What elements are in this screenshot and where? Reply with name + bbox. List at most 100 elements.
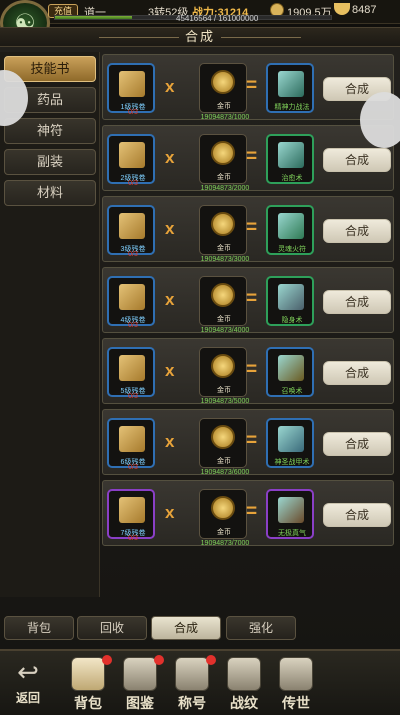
gold-coin-icon: [211, 425, 235, 449]
notification-dot: [154, 655, 164, 665]
sidebar-item-sub-equip[interactable]: 副装: [4, 149, 96, 175]
bottom-tab-bar: 背包 回收 合成 强化: [0, 611, 400, 645]
source-item-count: 0/3: [128, 109, 138, 116]
source-item-slot[interactable]: 7级残卷 0/3: [107, 489, 155, 542]
recipe-row: 2级残卷 0/3 x 金币 19094873/2000 = 治愈术 合成: [102, 125, 394, 192]
coin-requirement: 19094873/4000: [200, 327, 250, 334]
tab-recycle[interactable]: 回收: [77, 616, 147, 640]
back-button[interactable]: ↩ 返回: [0, 657, 56, 715]
coin-item-slot[interactable]: 金币: [199, 276, 247, 326]
result-item-name: 无极真气: [278, 530, 306, 537]
skill-book-icon: [278, 355, 304, 381]
footer-item-bag[interactable]: 背包: [60, 655, 116, 715]
source-item-count: 0/3: [128, 322, 138, 329]
source-item-slot[interactable]: 2级残卷 0/3: [107, 134, 155, 187]
footer-item-title[interactable]: 称号: [164, 655, 220, 715]
footer-item-legacy[interactable]: 传世: [268, 657, 324, 715]
multiply-symbol: x: [165, 148, 175, 167]
source-item-count: 0/3: [128, 180, 138, 187]
coin-item-slot[interactable]: 金币: [199, 489, 247, 539]
synthesize-button[interactable]: 合成: [323, 219, 391, 243]
result-item-name: 治愈术: [281, 175, 303, 182]
bag-icon: [71, 657, 105, 691]
result-item-name: 灵魂火符: [278, 246, 306, 253]
footer-item-atlas[interactable]: 图鉴: [112, 655, 168, 715]
coin-item-slot[interactable]: 金币: [199, 347, 247, 397]
gold-coin-icon: [211, 354, 235, 378]
sidebar-item-material[interactable]: 材料: [4, 180, 96, 206]
notification-dot: [102, 655, 112, 665]
result-item-slot[interactable]: 神圣战甲术: [266, 418, 314, 468]
multiply-symbol: x: [165, 219, 175, 238]
coin-requirement: 19094873/6000: [200, 469, 250, 476]
multiply-symbol: x: [165, 432, 175, 451]
source-item-slot[interactable]: 6级残卷 0/3: [107, 418, 155, 471]
coin-requirement: 19094873/5000: [200, 398, 250, 405]
page-title-bar: 合成: [0, 27, 400, 47]
scroll-icon: [119, 497, 145, 523]
coin-item-slot[interactable]: 金币: [199, 418, 247, 468]
exp-text: 45416564 / 161000000: [176, 14, 259, 23]
synthesis-screen: ☯ 充值 道一 3转52级 战力:31214 1909.5万 8487 4541…: [0, 0, 400, 715]
scroll-icon: [119, 213, 145, 239]
title-divider-left: [98, 37, 179, 39]
tab-synthesis[interactable]: 合成: [151, 616, 221, 640]
result-item-slot[interactable]: 无极真气: [266, 489, 314, 539]
skill-book-icon: [278, 71, 304, 97]
book-icon: [123, 657, 157, 691]
recipe-row: 4级残卷 0/3 x 金币 19094873/4000 = 隐身术 合成: [102, 267, 394, 334]
recipe-list[interactable]: 1级残卷 0/3 x 金币 19094873/1000 = 精神力战法 合成 2级残卷 0/3 x 金…: [102, 52, 400, 597]
result-item-name: 隐身术: [281, 317, 303, 324]
coin-item-name: 金币: [217, 316, 231, 323]
result-item-name: 神圣战甲术: [274, 459, 310, 466]
source-item-slot[interactable]: 4级残卷 0/3: [107, 276, 155, 329]
coin-item-name: 金币: [217, 174, 231, 181]
multiply-symbol: x: [165, 290, 175, 309]
sidebar-item-talisman[interactable]: 神符: [4, 118, 96, 144]
synthesize-button[interactable]: 合成: [323, 290, 391, 314]
skill-book-icon: [278, 426, 304, 452]
result-item-slot[interactable]: 灵魂火符: [266, 205, 314, 255]
floating-overlay-right: [360, 92, 400, 148]
tab-enhance[interactable]: 强化: [226, 616, 296, 640]
result-item-slot[interactable]: 召唤术: [266, 347, 314, 397]
coin-item-name: 金币: [217, 245, 231, 252]
synthesize-button[interactable]: 合成: [323, 361, 391, 385]
skill-book-icon: [278, 497, 304, 523]
source-item-count: 0/3: [128, 393, 138, 400]
gold-coin-icon: [211, 496, 235, 520]
result-item-slot[interactable]: 精神力战法: [266, 63, 314, 113]
back-arrow-icon: ↩: [17, 657, 39, 687]
equals-symbol: =: [246, 288, 258, 309]
ingot-amount: 8487: [352, 4, 377, 16]
title-icon: [175, 657, 209, 691]
legacy-icon: [279, 657, 313, 691]
footer-label-rune: 战纹: [230, 697, 258, 712]
synthesize-button[interactable]: 合成: [323, 503, 391, 527]
coin-item-slot[interactable]: 金币: [199, 205, 247, 255]
multiply-symbol: x: [165, 361, 175, 380]
footer-item-rune[interactable]: 战纹: [216, 657, 272, 715]
result-item-slot[interactable]: 隐身术: [266, 276, 314, 326]
rune-icon: [227, 657, 261, 691]
title-divider-right: [221, 37, 301, 39]
synthesize-button[interactable]: 合成: [323, 432, 391, 456]
tab-bag[interactable]: 背包: [4, 616, 74, 640]
synthesize-button[interactable]: 合成: [323, 148, 391, 172]
scroll-icon: [119, 284, 145, 310]
recipe-row: 1级残卷 0/3 x 金币 19094873/1000 = 精神力战法 合成: [102, 54, 394, 121]
source-item-slot[interactable]: 3级残卷 0/3: [107, 205, 155, 258]
source-item-slot[interactable]: 1级残卷 0/3: [107, 63, 155, 116]
result-item-slot[interactable]: 治愈术: [266, 134, 314, 184]
coin-item-slot[interactable]: 金币: [199, 63, 247, 113]
gold-coin-icon: [211, 212, 235, 236]
coin-item-slot[interactable]: 金币: [199, 134, 247, 184]
multiply-symbol: x: [165, 77, 175, 96]
gold-coin-icon: [211, 70, 235, 94]
source-item-slot[interactable]: 5级残卷 0/3: [107, 347, 155, 400]
footer-label-atlas: 图鉴: [126, 697, 154, 712]
gold-coin-icon: [211, 283, 235, 307]
footer-label-title: 称号: [178, 697, 206, 712]
scroll-icon: [119, 355, 145, 381]
result-item-name: 召唤术: [281, 388, 303, 395]
